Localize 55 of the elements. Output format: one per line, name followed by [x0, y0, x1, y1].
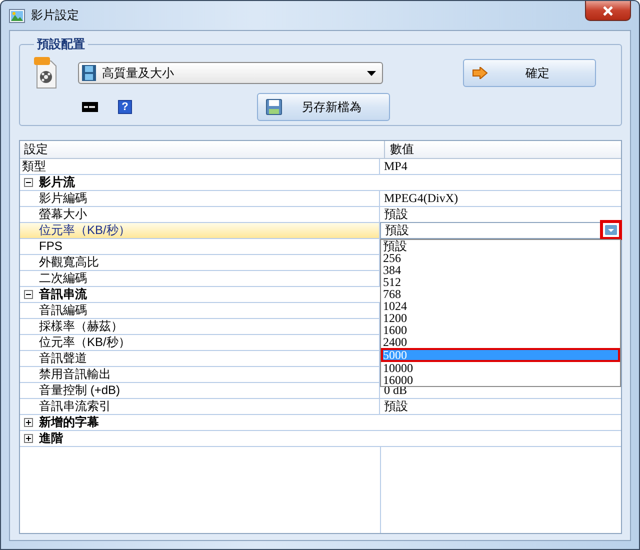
- console-icon: [82, 102, 98, 112]
- film-icon: [82, 65, 96, 81]
- category-label: 音訊串流: [39, 286, 87, 303]
- group-title: 預設配置: [36, 36, 86, 53]
- property-name[interactable]: 螢幕大小: [20, 207, 380, 222]
- dropdown-option[interactable]: 2400: [381, 336, 620, 348]
- property-name[interactable]: 類型: [20, 159, 380, 174]
- property-name[interactable]: 音量控制 (+dB): [20, 383, 380, 398]
- category-label: 新增的字幕: [39, 414, 99, 431]
- dropdown-option[interactable]: 384: [381, 264, 620, 276]
- property-name[interactable]: 位元率（KB/秒）: [20, 335, 380, 350]
- picture-icon: [9, 8, 25, 22]
- expander-icon[interactable]: [24, 434, 33, 443]
- property-value: MPEG4(DivX): [384, 191, 458, 206]
- close-icon: [602, 6, 614, 16]
- column-header: 數值: [389, 141, 414, 158]
- window-title: 影片設定: [31, 7, 79, 24]
- property-name[interactable]: 外觀寬高比: [20, 255, 380, 270]
- property-name[interactable]: 採樣率（赫茲）: [20, 319, 380, 334]
- caret-icon: [367, 70, 376, 76]
- dropdown-option[interactable]: 1200: [381, 312, 620, 324]
- property-name[interactable]: FPS: [20, 239, 380, 254]
- dropdown-option[interactable]: 1600: [381, 324, 620, 336]
- dropdown-option[interactable]: 10000: [381, 362, 620, 374]
- expander-icon[interactable]: [24, 178, 33, 187]
- ok-button[interactable]: 確定: [463, 59, 596, 87]
- property-name[interactable]: 音訊串流索引: [20, 399, 380, 414]
- property-value: 預設: [384, 206, 408, 223]
- property-name[interactable]: 禁用音訊輸出: [20, 367, 380, 382]
- dropdown-option[interactable]: 256: [381, 252, 620, 264]
- property-name[interactable]: 音訊編碼: [20, 303, 380, 318]
- property-value: MP4: [384, 159, 408, 174]
- property-name[interactable]: 位元率（KB/秒）: [20, 223, 380, 238]
- expander-icon[interactable]: [24, 418, 33, 427]
- save-as-button[interactable]: 另存新檔為: [257, 93, 390, 121]
- dropdown-option[interactable]: 1024: [381, 300, 620, 312]
- expander-icon[interactable]: [24, 290, 33, 299]
- preset-dropdown[interactable]: 高質量及大小: [78, 62, 383, 84]
- property-value: 預設: [385, 222, 409, 239]
- property-name[interactable]: 影片編碼: [20, 191, 380, 206]
- property-value: 預設: [384, 398, 408, 415]
- dropdown-option[interactable]: 768: [381, 288, 620, 300]
- property-name[interactable]: 二次編碼: [20, 271, 380, 286]
- dropdown-option[interactable]: 16000: [381, 374, 620, 386]
- arrow-icon: [472, 67, 488, 79]
- dropdown-option[interactable]: 512: [381, 276, 620, 288]
- column-header: 設定: [20, 141, 385, 158]
- caret-icon: [605, 225, 617, 235]
- category-label: 影片流: [39, 174, 75, 191]
- video-file-icon: [34, 57, 58, 89]
- property-name[interactable]: 音訊聲道: [20, 351, 380, 366]
- dropdown-option[interactable]: 預設: [381, 240, 620, 252]
- category-label: 進階: [39, 430, 63, 447]
- close-button[interactable]: [585, 1, 631, 21]
- help-button[interactable]: ?: [118, 100, 132, 114]
